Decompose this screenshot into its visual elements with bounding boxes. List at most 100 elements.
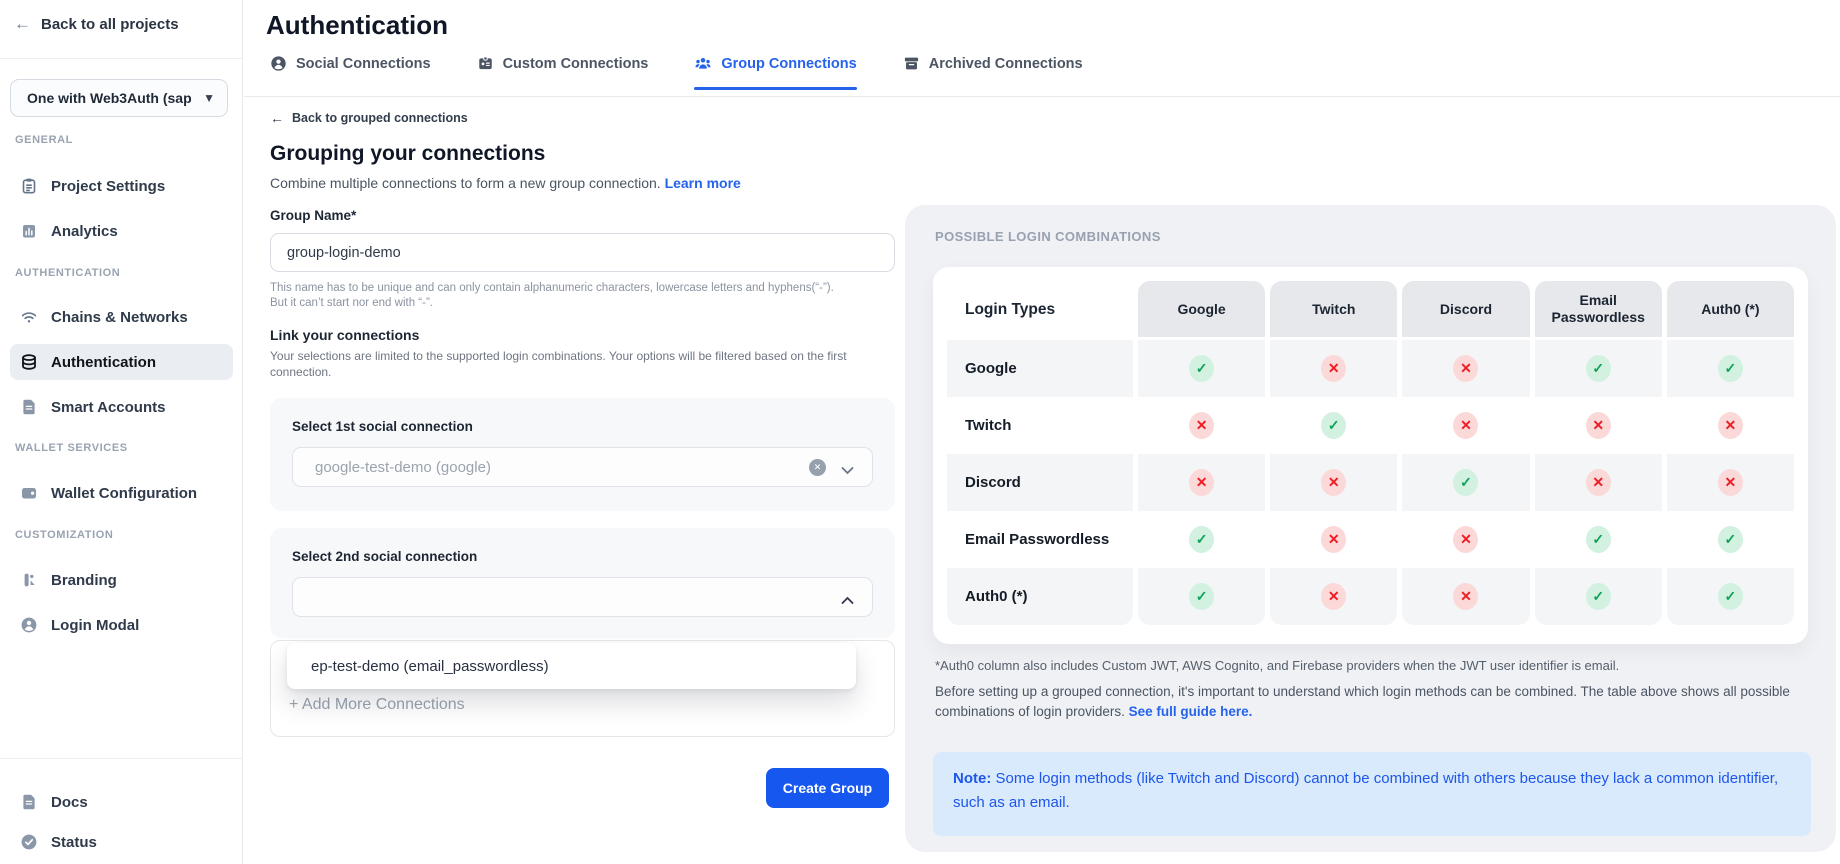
- check-icon: ✓: [1718, 526, 1743, 553]
- combo-cell-not-allowed: ✕: [1402, 397, 1529, 454]
- panel-description-text: Before setting up a grouped connection, …: [935, 684, 1790, 719]
- check-icon: ✓: [1586, 583, 1611, 610]
- combo-cell-not-allowed: ✕: [1402, 511, 1529, 568]
- sidebar-item-analytics[interactable]: Analytics: [10, 213, 233, 249]
- back-to-grouped-connections-link[interactable]: ← Back to grouped connections: [270, 110, 895, 126]
- add-more-connections-box[interactable]: + Add More Connections ep-test-demo (ema…: [270, 640, 895, 737]
- project-selector-value: One with Web3Auth (sap: [27, 90, 199, 106]
- section-label-customization: CUSTOMIZATION: [15, 529, 113, 541]
- cross-icon: ✕: [1189, 412, 1214, 439]
- clear-selection-icon[interactable]: ✕: [809, 459, 826, 476]
- sidebar-item-authentication[interactable]: Authentication: [10, 344, 233, 380]
- combo-row-label: Google: [947, 340, 1133, 397]
- combo-cell-not-allowed: ✕: [1138, 397, 1265, 454]
- back-to-projects-link[interactable]: ← Back to all projects: [14, 14, 179, 34]
- add-more-connections-label[interactable]: + Add More Connections: [289, 696, 465, 714]
- tab-custom-connections[interactable]: Custom Connections: [477, 55, 649, 90]
- back-to-projects-label: Back to all projects: [41, 16, 179, 33]
- tab-archived-connections[interactable]: Archived Connections: [903, 55, 1083, 90]
- sidebar: ← Back to all projects One with Web3Auth…: [0, 0, 243, 864]
- combo-column-header: Google: [1138, 281, 1265, 337]
- combo-cell-not-allowed: ✕: [1667, 454, 1794, 511]
- combo-header-login-types: Login Types: [947, 281, 1133, 337]
- link-connections-title: Link your connections: [270, 327, 895, 343]
- sidebar-item-smart-accounts[interactable]: Smart Accounts: [10, 389, 233, 425]
- tab-label: Social Connections: [296, 56, 431, 72]
- database-stack-icon: [20, 353, 38, 371]
- check-icon: ✓: [1453, 469, 1478, 496]
- cross-icon: ✕: [1586, 412, 1611, 439]
- combo-row-label: Twitch: [947, 397, 1133, 454]
- sidebar-item-label: Authentication: [51, 354, 156, 371]
- combo-row-label: Auth0 (*): [947, 568, 1133, 625]
- back-arrow-icon: ←: [14, 14, 31, 34]
- cross-icon: ✕: [1453, 412, 1478, 439]
- sidebar-item-chains-networks[interactable]: Chains & Networks: [10, 299, 233, 335]
- wallet-icon: [20, 484, 38, 502]
- cross-icon: ✕: [1453, 526, 1478, 553]
- section-label-general: GENERAL: [15, 134, 73, 146]
- combinations-table-card: Login TypesGoogleTwitchDiscordEmail Pass…: [933, 267, 1808, 644]
- first-connection-value: google-test-demo (google): [315, 459, 491, 476]
- group-name-help: This name has to be unique and can only …: [270, 281, 895, 311]
- see-full-guide-link[interactable]: See full guide here.: [1129, 704, 1253, 719]
- back-arrow-icon: ←: [270, 110, 284, 126]
- tab-label: Group Connections: [721, 56, 856, 72]
- person-circle-icon: [270, 55, 287, 72]
- login-combinations-panel: POSSIBLE LOGIN COMBINATIONS Login TypesG…: [905, 205, 1836, 852]
- badge-icon: [477, 55, 494, 72]
- cross-icon: ✕: [1453, 355, 1478, 382]
- check-icon: ✓: [1586, 355, 1611, 382]
- combo-cell-not-allowed: ✕: [1270, 568, 1397, 625]
- project-selector[interactable]: One with Web3Auth (sap ▼: [10, 79, 228, 117]
- chevron-down-icon: ▼: [203, 91, 215, 105]
- check-circle-icon: [20, 833, 38, 851]
- sidebar-item-label: Smart Accounts: [51, 399, 165, 416]
- combo-cell-allowed: ✓: [1535, 511, 1662, 568]
- sidebar-item-label: Login Modal: [51, 617, 139, 634]
- sidebar-item-branding[interactable]: Branding: [10, 562, 233, 598]
- sidebar-item-wallet-configuration[interactable]: Wallet Configuration: [10, 475, 233, 511]
- create-group-button[interactable]: Create Group: [766, 768, 889, 808]
- cross-icon: ✕: [1321, 469, 1346, 496]
- check-icon: ✓: [1321, 412, 1346, 439]
- learn-more-link[interactable]: Learn more: [665, 175, 741, 191]
- tab-bar: Social Connections Custom Connections Gr…: [270, 55, 1083, 90]
- cross-icon: ✕: [1321, 526, 1346, 553]
- tab-social-connections[interactable]: Social Connections: [270, 55, 431, 90]
- combo-cell-allowed: ✓: [1138, 340, 1265, 397]
- select-1st-connection-label: Select 1st social connection: [292, 419, 873, 434]
- second-connection-card: Select 2nd social connection: [270, 528, 895, 638]
- chevron-down-icon: [841, 462, 854, 480]
- combo-cell-not-allowed: ✕: [1270, 511, 1397, 568]
- cross-icon: ✕: [1586, 469, 1611, 496]
- sidebar-item-docs[interactable]: Docs: [10, 784, 233, 820]
- sidebar-item-status[interactable]: Status: [10, 824, 233, 860]
- branding-icon: [20, 571, 38, 589]
- combo-cell-allowed: ✓: [1138, 511, 1265, 568]
- sidebar-item-login-modal[interactable]: Login Modal: [10, 607, 233, 643]
- cross-icon: ✕: [1718, 412, 1743, 439]
- tab-group-connections[interactable]: Group Connections: [694, 55, 856, 90]
- combo-cell-allowed: ✓: [1667, 511, 1794, 568]
- combo-cell-not-allowed: ✕: [1667, 397, 1794, 454]
- sidebar-divider: [0, 758, 242, 759]
- combo-cell-not-allowed: ✕: [1535, 397, 1662, 454]
- sidebar-divider: [0, 58, 242, 59]
- form-subtitle: Combine multiple connections to form a n…: [270, 175, 895, 191]
- cross-icon: ✕: [1321, 355, 1346, 382]
- combo-row-label: Discord: [947, 454, 1133, 511]
- second-connection-select[interactable]: [292, 577, 873, 617]
- first-connection-select[interactable]: google-test-demo (google) ✕: [292, 447, 873, 487]
- combo-cell-allowed: ✓: [1535, 340, 1662, 397]
- dropdown-option-ep-test-demo[interactable]: ep-test-demo (email_passwordless): [311, 658, 549, 675]
- sidebar-item-project-settings[interactable]: Project Settings: [10, 168, 233, 204]
- group-name-input[interactable]: [270, 233, 895, 272]
- form-title: Grouping your connections: [270, 142, 895, 166]
- page-title: Authentication: [266, 10, 448, 41]
- tab-label: Archived Connections: [929, 56, 1083, 72]
- users-group-icon: [694, 55, 712, 72]
- sidebar-item-label: Docs: [51, 794, 88, 811]
- combo-cell-allowed: ✓: [1667, 340, 1794, 397]
- sidebar-item-label: Analytics: [51, 223, 118, 240]
